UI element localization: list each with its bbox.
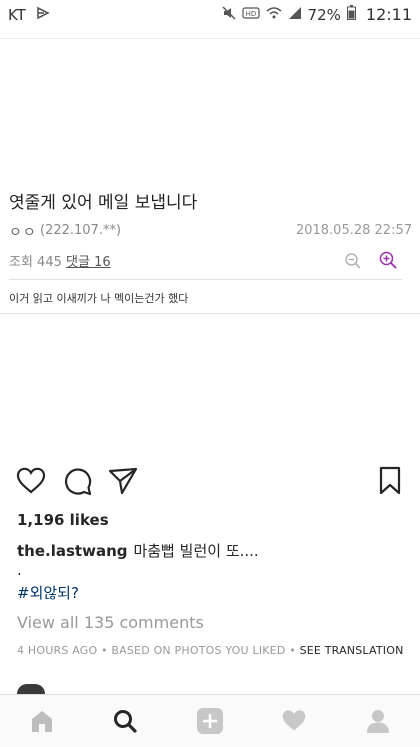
caption-text: 마춤뻡 빌런이 또.... xyxy=(133,542,259,560)
hd-icon: HD xyxy=(241,6,260,24)
post-actions xyxy=(0,466,420,500)
status-bar: KT HD 72% 12:11 xyxy=(0,0,420,32)
home-icon[interactable] xyxy=(28,707,56,735)
status-icons: HD 72% 12:11 xyxy=(222,5,412,24)
signal-icon xyxy=(288,6,302,24)
bookmark-icon[interactable] xyxy=(378,466,402,500)
forum-stats: 조회 445 댓글 16 xyxy=(9,251,111,270)
heart-icon[interactable] xyxy=(280,707,308,735)
profile-icon[interactable] xyxy=(364,707,392,735)
share-icon[interactable] xyxy=(108,466,138,500)
see-translation-link[interactable]: SEE TRANSLATION xyxy=(300,644,404,657)
post-caption: the.lastwang 마춤뻡 빌런이 또.... xyxy=(17,540,259,561)
zoom-in-icon xyxy=(378,250,398,270)
wifi-icon xyxy=(266,6,282,24)
forum-divider xyxy=(9,279,402,280)
forum-comments: 댓글 16 xyxy=(66,255,111,270)
comment-icon[interactable] xyxy=(63,466,93,500)
likes-count[interactable]: 1,196 likes xyxy=(17,511,109,529)
image-divider xyxy=(0,313,420,314)
top-divider xyxy=(0,38,420,39)
battery-level: 72% xyxy=(307,5,341,24)
forum-date: 2018.05.28 22:57 xyxy=(295,223,412,238)
bottom-nav xyxy=(0,694,420,747)
mute-icon xyxy=(222,5,236,24)
view-all-comments-link[interactable]: View all 135 comments xyxy=(17,613,204,632)
post-meta-text: 4 HOURS AGO • BASED ON PHOTOS YOU LIKED … xyxy=(17,644,300,657)
clock: 12:11 xyxy=(365,5,412,24)
forum-views: 조회 445 xyxy=(9,255,62,270)
forum-post-body: 이거 읽고 이새끼가 나 멕이는건가 했다 xyxy=(9,292,189,305)
add-icon[interactable] xyxy=(196,707,224,735)
forum-post-title: 엿줄게 있어 메일 보냅니다 xyxy=(9,193,198,213)
post-meta: 4 HOURS AGO • BASED ON PHOTOS YOU LIKED … xyxy=(17,644,404,657)
hashtag-link[interactable]: #외않되? xyxy=(17,582,79,603)
svg-text:HD: HD xyxy=(245,10,256,18)
carrier-label: KT xyxy=(8,6,26,24)
post-image[interactable] xyxy=(0,40,420,450)
caption-dot-line: . xyxy=(17,561,22,579)
like-heart-icon[interactable] xyxy=(16,466,46,500)
search-icon[interactable] xyxy=(111,707,139,735)
caption-username[interactable]: the.lastwang xyxy=(17,542,127,560)
avatar[interactable] xyxy=(17,684,45,694)
forum-author: ㅇㅇ xyxy=(9,225,37,241)
forum-ip: (222.107.**) xyxy=(40,223,122,238)
zoom-out-icon xyxy=(344,252,362,270)
battery-icon xyxy=(346,5,356,24)
cast-icon xyxy=(36,6,50,24)
